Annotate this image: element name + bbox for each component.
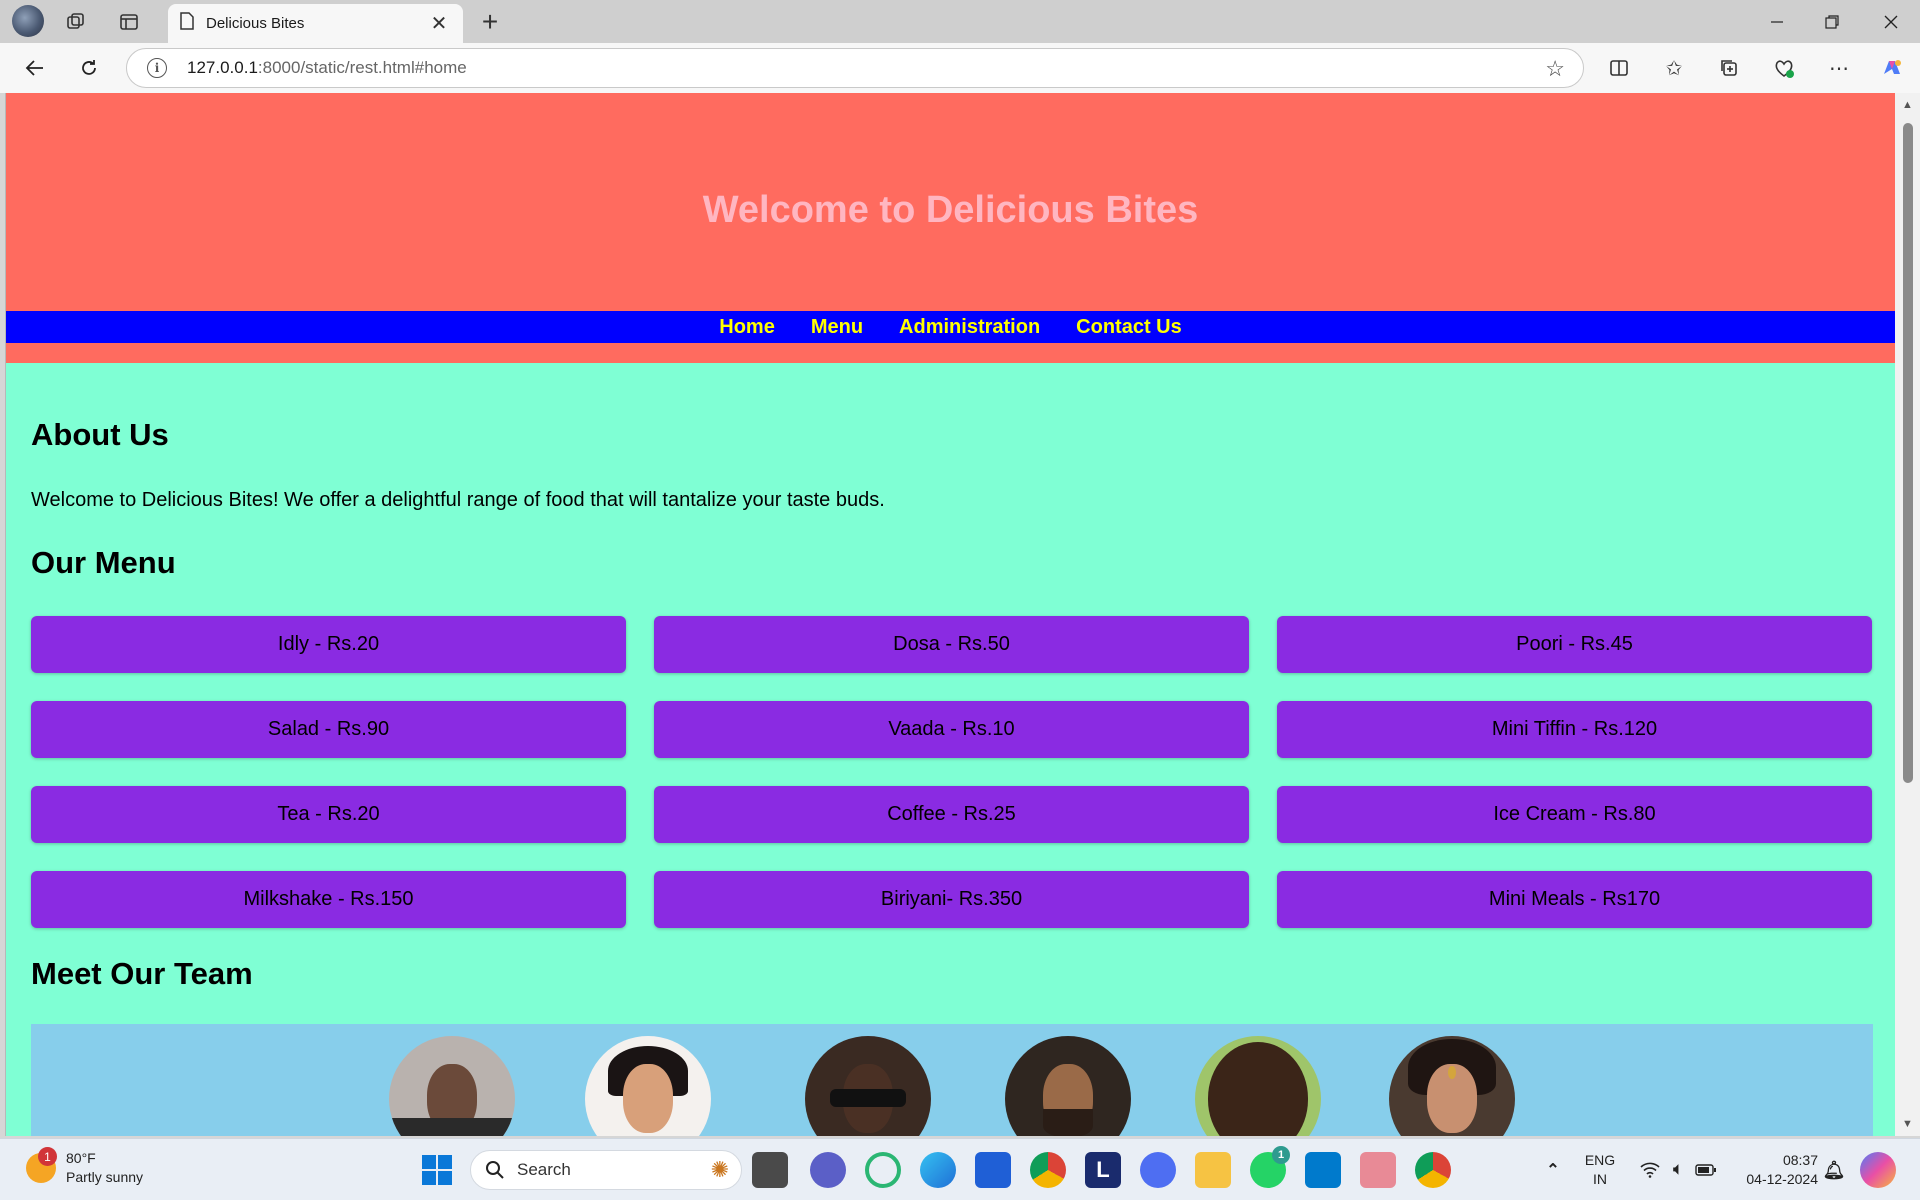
browser-tab-strip: Delicious Bites ✕ +	[0, 0, 1920, 43]
teams-chat-icon[interactable]	[810, 1152, 846, 1188]
team-heading: Meet Our Team	[31, 956, 253, 991]
copilot-icon[interactable]	[1875, 51, 1909, 85]
search-highlight-icon: ✺	[710, 1157, 729, 1182]
profile-avatar[interactable]	[12, 5, 44, 37]
taskbar-search[interactable]: Search ✺	[470, 1150, 742, 1190]
close-window-icon[interactable]	[1864, 4, 1918, 40]
favorite-star-icon[interactable]: ☆	[1545, 56, 1565, 82]
site-title: Welcome to Delicious Bites	[702, 189, 1199, 231]
tab-actions-icon[interactable]	[113, 6, 145, 38]
weather-desc: Partly sunny	[66, 1169, 144, 1185]
new-tab-icon[interactable]: +	[474, 6, 506, 38]
pen-app-icon[interactable]	[1140, 1152, 1176, 1188]
nav-menu-link[interactable]: Menu	[793, 316, 881, 339]
nav-contact-link[interactable]: Contact Us	[1058, 316, 1200, 339]
vscode-icon[interactable]	[1305, 1152, 1341, 1188]
site-nav: Home Menu Administration Contact Us	[6, 311, 1895, 343]
nav-home-link[interactable]: Home	[701, 316, 793, 339]
notification-bell-icon[interactable]: 🔔︎	[1816, 1152, 1852, 1188]
browser-essentials-icon[interactable]	[1767, 51, 1801, 85]
menu-item[interactable]: Tea - Rs.20	[31, 786, 626, 843]
about-text: Welcome to Delicious Bites! We offer a d…	[31, 489, 885, 511]
menu-item[interactable]: Dosa - Rs.50	[654, 616, 1249, 673]
menu-item[interactable]: Mini Tiffin - Rs.120	[1277, 701, 1872, 758]
nav-administration-link[interactable]: Administration	[881, 316, 1058, 339]
taskbar: 1 80°F Partly sunny Search ✺ L 1 ⌃ ENG I…	[0, 1138, 1920, 1200]
split-screen-icon[interactable]	[1602, 51, 1636, 85]
refresh-icon[interactable]	[72, 51, 106, 85]
scroll-up-icon[interactable]: ▲	[1902, 99, 1913, 111]
paint-icon[interactable]	[1360, 1152, 1396, 1188]
page-viewport: Welcome to Delicious Bites Home Menu Adm…	[5, 93, 1895, 1136]
loading-app-icon[interactable]	[865, 1152, 901, 1188]
site-header: Welcome to Delicious Bites Home Menu Adm…	[6, 93, 1895, 363]
tab-title: Delicious Bites	[206, 15, 305, 32]
weather-badge: 1	[38, 1147, 57, 1166]
about-heading: About Us	[31, 417, 169, 452]
page-icon	[180, 12, 194, 35]
whatsapp-icon[interactable]: 1	[1250, 1146, 1290, 1188]
minimize-icon[interactable]	[1750, 4, 1804, 40]
page-scrollbar[interactable]: ▲ ▼	[1895, 93, 1920, 1136]
workspaces-icon[interactable]	[60, 6, 92, 38]
menu-item[interactable]: Mini Meals - Rs170	[1277, 871, 1872, 928]
copilot-taskbar-icon[interactable]	[1860, 1152, 1896, 1188]
file-explorer-icon[interactable]	[1195, 1152, 1231, 1188]
search-icon	[486, 1161, 504, 1179]
browser-toolbar: i 127.0.0.1:8000/static/rest.html#home ☆…	[0, 43, 1920, 93]
battery-icon[interactable]	[1688, 1152, 1724, 1188]
team-member-photo	[805, 1036, 931, 1136]
active-tab[interactable]: Delicious Bites ✕	[168, 4, 463, 43]
search-label: Search	[517, 1160, 571, 1179]
restore-icon[interactable]	[1805, 4, 1859, 40]
site-info-icon[interactable]: i	[147, 58, 167, 78]
menu-item[interactable]: Idly - Rs.20	[31, 616, 626, 673]
weather-sun-icon: 1	[26, 1147, 57, 1183]
weather-widget[interactable]: 1 80°F Partly sunny	[26, 1147, 144, 1187]
team-section	[31, 1024, 1873, 1136]
menu-item[interactable]: Vaada - Rs.10	[654, 701, 1249, 758]
weather-temp: 80°F	[66, 1150, 96, 1166]
menu-item[interactable]: Poori - Rs.45	[1277, 616, 1872, 673]
team-member-photo	[585, 1036, 711, 1136]
scrollbar-thumb[interactable]	[1903, 123, 1913, 783]
edge-icon[interactable]	[920, 1152, 956, 1188]
more-options-icon[interactable]: ⋯	[1822, 51, 1856, 85]
whatsapp-badge: 1	[1272, 1146, 1290, 1164]
chevron-up-icon[interactable]: ⌃	[1535, 1152, 1571, 1188]
team-member-photo	[389, 1036, 515, 1136]
chrome-icon[interactable]	[1415, 1152, 1451, 1188]
close-tab-icon[interactable]: ✕	[427, 11, 451, 36]
chrome-icon[interactable]	[1030, 1152, 1066, 1188]
address-bar[interactable]: i 127.0.0.1:8000/static/rest.html#home ☆	[126, 48, 1584, 88]
team-member-photo	[1195, 1036, 1321, 1136]
team-member-photo	[1005, 1036, 1131, 1136]
store-icon[interactable]	[975, 1152, 1011, 1188]
collections-icon[interactable]	[1712, 51, 1746, 85]
start-icon[interactable]	[419, 1152, 455, 1188]
scroll-down-icon[interactable]: ▼	[1902, 1118, 1913, 1130]
task-view-icon[interactable]	[752, 1152, 788, 1188]
clock[interactable]: 08:37 04-12-2024	[1730, 1151, 1818, 1189]
l-app-icon[interactable]: L	[1085, 1152, 1121, 1188]
url-text[interactable]: 127.0.0.1:8000/static/rest.html#home	[187, 58, 467, 78]
menu-grid: Idly - Rs.20 Dosa - Rs.50 Poori - Rs.45 …	[31, 616, 1873, 928]
menu-item[interactable]: Milkshake - Rs.150	[31, 871, 626, 928]
menu-item[interactable]: Biriyani- Rs.350	[654, 871, 1249, 928]
menu-item[interactable]: Coffee - Rs.25	[654, 786, 1249, 843]
team-member-photo	[1389, 1036, 1515, 1136]
menu-item[interactable]: Ice Cream - Rs.80	[1277, 786, 1872, 843]
menu-heading: Our Menu	[31, 545, 176, 580]
back-icon[interactable]	[18, 51, 52, 85]
favorites-icon[interactable]: ✩	[1657, 51, 1691, 85]
language-indicator[interactable]: ENG IN	[1576, 1151, 1624, 1189]
menu-item[interactable]: Salad - Rs.90	[31, 701, 626, 758]
